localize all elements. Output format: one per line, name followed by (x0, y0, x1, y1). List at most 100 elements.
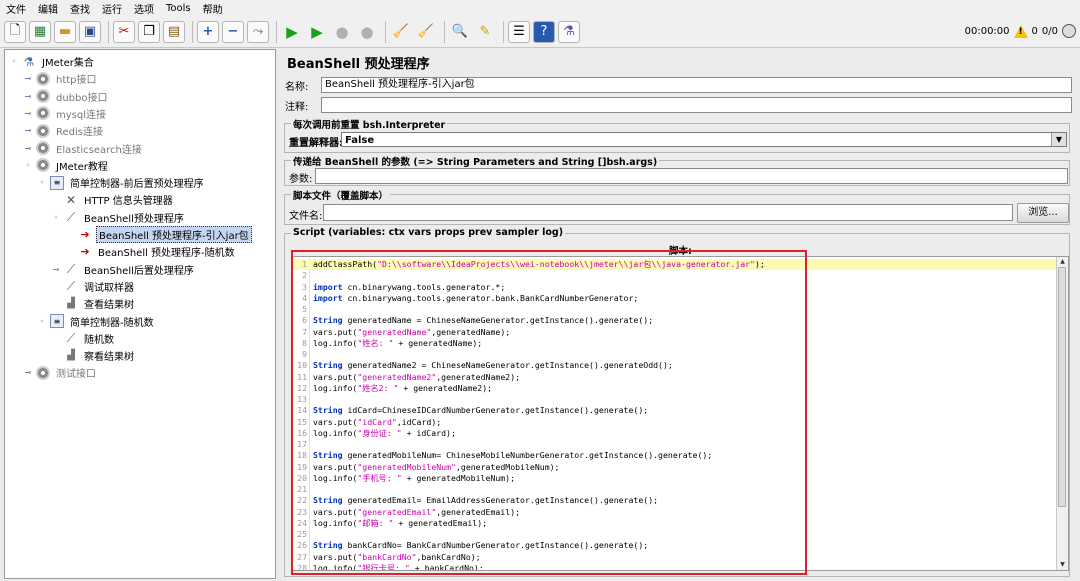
save-icon[interactable]: ▣ (79, 20, 101, 43)
code-line: 10 String generatedName2 = ChineseNameGen… (293, 360, 1068, 371)
tree-item-label: 测试接口 (56, 369, 96, 381)
start-icon[interactable]: ▶ (281, 21, 303, 43)
expand-toggle-icon[interactable]: ⊸ (51, 265, 61, 274)
tree-item[interactable]: ⟋ 调试取样器 (51, 278, 136, 295)
tree-item[interactable]: ◦ ≡ 简单控制器-随机数 (37, 313, 156, 330)
tree-item[interactable]: ✕ HTTP 信息头管理器 (51, 191, 175, 208)
menu-search[interactable]: 查找 (64, 1, 96, 16)
code-string: "generatedName2" (357, 371, 437, 382)
expand-toggle-icon[interactable]: ⊸ (23, 109, 33, 118)
stop-icon[interactable]: ● (331, 21, 353, 43)
reset-search-icon[interactable]: ✎ (474, 21, 496, 43)
search-icon[interactable]: 🔍 (449, 21, 471, 43)
comment-field[interactable] (321, 97, 1072, 113)
tree-item[interactable]: ⊸ Redis连接 (23, 122, 105, 139)
expand-toggle-icon[interactable]: ⊸ (23, 92, 33, 101)
scroll-thumb[interactable] (1058, 267, 1066, 507)
gear-icon (36, 71, 50, 86)
tree-item[interactable]: ⊸ 测试接口 (23, 364, 98, 381)
scroll-up-icon[interactable]: ▲ (1057, 257, 1068, 267)
remote-icon[interactable]: ⚗ (558, 20, 580, 43)
toolbar: 🗋 ▦ ▬ ▣ ✂ ❐ ▤ + − ⤳ ▶ ▶ ● ● 🧹 🧹 🔍 ✎ ☰ ? … (0, 16, 1080, 48)
tree-item[interactable]: ⊸ http接口 (23, 70, 99, 87)
templates-icon[interactable]: ▦ (29, 20, 51, 43)
collapse-toggle-icon[interactable]: ◦ (37, 317, 47, 326)
params-label: 参数: (289, 174, 313, 185)
remote-status-icon (1062, 24, 1076, 38)
collapse-toggle-icon[interactable]: ◦ (51, 213, 61, 222)
line-number: 20 (297, 472, 307, 483)
tree-item[interactable]: ▟ 察看结果树 (51, 347, 136, 364)
expand-toggle-icon[interactable]: ⊸ (23, 368, 33, 377)
menu-options[interactable]: 选项 (128, 1, 160, 16)
line-number: 3 (302, 281, 307, 292)
line-number: 22 (297, 495, 307, 506)
menu-tools[interactable]: Tools (160, 3, 197, 14)
tree-item[interactable]: ⊸ ⟋ BeanShell后置处理程序 (51, 261, 196, 278)
editor-scrollbar[interactable]: ▲ ▼ (1056, 257, 1068, 570)
code-text: log.info( (313, 382, 358, 393)
script-editor[interactable]: 1 addClassPath("D:\\software\\IdeaProject… (292, 256, 1069, 571)
preprocessor-icon: ➔ (80, 245, 90, 259)
filename-field[interactable] (323, 204, 1013, 221)
code-keyword: import (313, 292, 343, 303)
tree-item[interactable]: ⊸ dubbo接口 (23, 88, 110, 105)
start-no-pauses-icon[interactable]: ▶ (306, 21, 328, 43)
tree-item[interactable]: ➔ BeanShell 预处理程序-引入jar包 (65, 226, 252, 243)
reset-interpreter-select[interactable]: False ▼ (341, 132, 1067, 147)
code-line: 16 log.info("身份证: " + idCard); (293, 428, 1068, 439)
tree-item[interactable]: ➔ BeanShell 预处理程序-随机数 (65, 243, 237, 260)
tree-item-label: dubbo接口 (56, 92, 108, 104)
flask-icon: ⚗ (23, 54, 35, 69)
expand-toggle-icon[interactable]: ⊸ (23, 144, 33, 153)
collapse-icon[interactable]: − (222, 20, 244, 43)
tree-item[interactable]: ◦ ⟋ BeanShell预处理程序 (51, 209, 186, 226)
menu-file[interactable]: 文件 (0, 1, 32, 16)
shutdown-icon[interactable]: ● (356, 21, 378, 43)
browse-button[interactable]: 浏览... (1017, 203, 1069, 223)
toggle-icon[interactable]: ⤳ (247, 20, 269, 43)
test-plan-tree[interactable]: ◦ ⚗ JMeter集合 ⊸ http接口 ⊸ dubbo接口 ⊸ mysql连接 ⊸ Redis连… (4, 49, 276, 579)
cut-icon[interactable]: ✂ (113, 20, 135, 43)
code-line: 1 addClassPath("D:\\software\\IdeaProject… (293, 259, 1068, 271)
scroll-down-icon[interactable]: ▼ (1057, 560, 1068, 570)
code-text: bankCardNo= BankCardNumberGenerator.getI… (342, 540, 649, 551)
code-text: vars.put( (313, 461, 358, 472)
tree-item[interactable]: ◦ JMeter教程 (23, 157, 110, 174)
parameters-field[interactable] (315, 168, 1068, 184)
tree-item-label: BeanShell后置处理程序 (84, 265, 194, 277)
copy-icon[interactable]: ❐ (138, 20, 160, 43)
script-group-title: Script (variables: ctx vars props prev s… (291, 227, 566, 238)
function-helper-icon[interactable]: ☰ (508, 20, 530, 43)
menu-edit[interactable]: 编辑 (32, 1, 64, 16)
collapse-toggle-icon[interactable]: ◦ (23, 161, 33, 170)
clear-icon[interactable]: 🧹 (390, 21, 412, 43)
code-line: 22 String generatedEmail= EmailAddressGen… (293, 495, 1068, 506)
expand-toggle-icon[interactable]: ⊸ (23, 74, 33, 83)
code-text: vars.put( (313, 506, 358, 517)
expand-icon[interactable]: + (197, 20, 219, 43)
tree-item[interactable]: ⟋ 随机数 (51, 330, 116, 347)
name-field[interactable]: BeanShell 预处理程序-引入jar包 (321, 77, 1072, 93)
menu-run[interactable]: 运行 (96, 1, 128, 16)
tree-item[interactable]: ▟ 查看结果树 (51, 295, 136, 312)
chevron-down-icon[interactable]: ▼ (1051, 133, 1066, 146)
collapse-toggle-icon[interactable]: ◦ (37, 178, 47, 187)
paste-icon[interactable]: ▤ (163, 20, 185, 43)
new-icon[interactable]: 🗋 (4, 20, 26, 43)
tree-item[interactable]: ◦ ≡ 简单控制器-前后置预处理程序 (37, 174, 206, 191)
line-number: 8 (302, 337, 307, 348)
warning-icon[interactable]: ! (1013, 24, 1028, 38)
menu-help[interactable]: 帮助 (197, 1, 229, 16)
help-icon[interactable]: ? (533, 20, 555, 43)
clear-all-icon[interactable]: 🧹 (415, 21, 437, 43)
code-text: ,generatedName2); (436, 371, 521, 382)
line-number: 21 (297, 484, 307, 494)
tree-item[interactable]: ◦ ⚗ JMeter集合 (9, 53, 96, 70)
code-line: 28 log.info("银行卡号: " + bankCardNo); (293, 563, 1068, 570)
tree-item[interactable]: ⊸ Elasticsearch连接 (23, 140, 144, 157)
expand-toggle-icon[interactable]: ⊸ (23, 126, 33, 135)
tree-item[interactable]: ⊸ mysql连接 (23, 105, 108, 122)
open-icon[interactable]: ▬ (54, 20, 76, 43)
collapse-toggle-icon[interactable]: ◦ (9, 57, 19, 66)
